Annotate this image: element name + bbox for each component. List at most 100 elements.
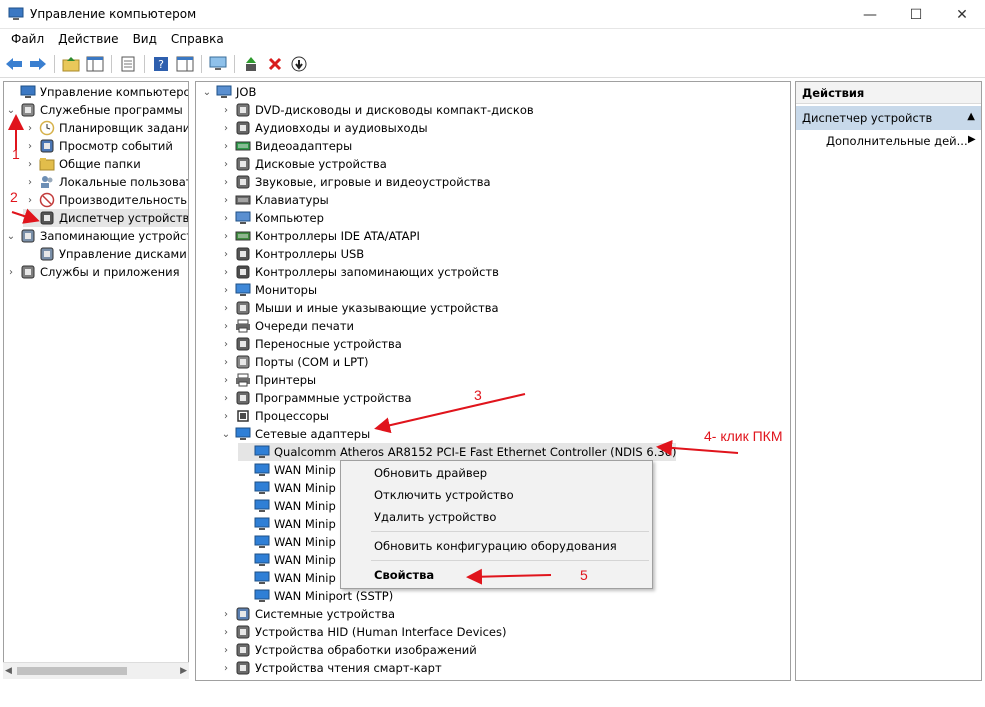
- expand-icon[interactable]: ›: [219, 641, 233, 659]
- device_tree-item[interactable]: › Устройства чтения смарт-карт: [219, 659, 442, 677]
- scroll-right-icon[interactable]: ▶: [180, 666, 187, 676]
- expand-icon[interactable]: ›: [219, 281, 233, 299]
- device_tree-item[interactable]: ⌄ Сетевые адаптеры: [219, 425, 370, 443]
- uninstall-button[interactable]: [264, 53, 286, 75]
- device_tree-item[interactable]: › Контроллеры запоминающих устройств: [219, 263, 499, 281]
- device_tree-item[interactable]: WAN Minip: [238, 533, 336, 551]
- expand-icon[interactable]: ›: [219, 317, 233, 335]
- left_tree-item[interactable]: › Локальные пользовате: [23, 173, 188, 191]
- scroll-thumb[interactable]: [17, 667, 127, 675]
- expand-icon[interactable]: ›: [219, 659, 233, 677]
- device_tree-item[interactable]: › Дисковые устройства: [219, 155, 387, 173]
- minimize-button[interactable]: —: [847, 0, 893, 29]
- collapse-icon[interactable]: ⌄: [200, 83, 214, 101]
- device_tree-item[interactable]: WAN Minip: [238, 497, 336, 515]
- scan-hardware-button[interactable]: [207, 53, 229, 75]
- device_tree-item[interactable]: › Контроллеры USB: [219, 245, 364, 263]
- back-button[interactable]: [3, 53, 25, 75]
- device_tree-item[interactable]: › Процессоры: [219, 407, 329, 425]
- device_tree-item[interactable]: › DVD-дисководы и дисководы компакт-диско…: [219, 101, 534, 119]
- expand-icon[interactable]: ›: [219, 209, 233, 227]
- left_tree-item[interactable]: › Просмотр событий: [23, 137, 173, 155]
- properties-button[interactable]: [117, 53, 139, 75]
- collapse-icon[interactable]: ⌄: [4, 227, 18, 245]
- expand-icon[interactable]: ›: [219, 623, 233, 641]
- device_tree-item[interactable]: › Мыши и иные указывающие устройства: [219, 299, 499, 317]
- left_tree-item[interactable]: Управление дисками: [23, 245, 187, 263]
- device_tree-item[interactable]: WAN Miniport (SSTP): [238, 587, 393, 605]
- expand-icon[interactable]: ›: [23, 173, 37, 191]
- menu-file[interactable]: Файл: [4, 30, 51, 50]
- expand-icon[interactable]: ›: [219, 191, 233, 209]
- expand-icon[interactable]: ›: [219, 119, 233, 137]
- expand-icon[interactable]: ›: [219, 335, 233, 353]
- left_tree-item[interactable]: › Производительность: [23, 191, 187, 209]
- menu-properties[interactable]: Свойства: [374, 568, 434, 582]
- left_tree-item[interactable]: › Общие папки: [23, 155, 141, 173]
- disable-button[interactable]: [288, 53, 310, 75]
- expand-icon[interactable]: ›: [219, 227, 233, 245]
- device_tree-item[interactable]: › Порты (COM и LPT): [219, 353, 369, 371]
- left_tree-item[interactable]: › Планировщик заданий: [23, 119, 188, 137]
- menu-uninstall-device[interactable]: Удалить устройство: [374, 510, 496, 524]
- device_tree-item[interactable]: › Устройства обработки изображений: [219, 641, 477, 659]
- left_tree-item[interactable]: ⌄ Запоминающие устройст: [4, 227, 188, 245]
- menu-disable-device[interactable]: Отключить устройство: [374, 488, 514, 502]
- device_tree-item[interactable]: › Аудиовходы и аудиовыходы: [219, 119, 428, 137]
- device_tree-item[interactable]: › Программные устройства: [219, 389, 412, 407]
- left_tree-item[interactable]: › Службы и приложения: [4, 263, 180, 281]
- device_tree-item[interactable]: Qualcomm Atheros AR8152 PCI-E Fast Ether…: [238, 443, 677, 461]
- submenu-arrow-icon[interactable]: ▶: [968, 134, 976, 145]
- device_tree-item[interactable]: › Звуковые, игровые и видеоустройства: [219, 173, 491, 191]
- expand-icon[interactable]: ›: [219, 155, 233, 173]
- device_tree-item[interactable]: WAN Minip: [238, 515, 336, 533]
- scroll-left-icon[interactable]: ◀: [5, 666, 12, 676]
- expand-icon[interactable]: ›: [219, 173, 233, 191]
- device_tree-item[interactable]: › Переносные устройства: [219, 335, 402, 353]
- expand-icon[interactable]: ›: [4, 263, 18, 281]
- device_tree-item[interactable]: WAN Minip: [238, 461, 336, 479]
- menu-action[interactable]: Действие: [51, 30, 125, 50]
- device_tree-item[interactable]: › Контроллеры IDE ATA/ATAPI: [219, 227, 420, 245]
- expand-icon[interactable]: ›: [219, 353, 233, 371]
- actions-section-device-manager[interactable]: Диспетчер устройств ▲: [796, 106, 981, 130]
- help-button[interactable]: ?: [150, 53, 172, 75]
- maximize-button[interactable]: ☐: [893, 0, 939, 29]
- device_tree-item[interactable]: › Принтеры: [219, 371, 316, 389]
- expand-icon[interactable]: ›: [23, 191, 37, 209]
- device_tree-item[interactable]: › Компьютер: [219, 209, 324, 227]
- menu-help[interactable]: Справка: [164, 30, 231, 50]
- expand-icon[interactable]: ›: [23, 119, 37, 137]
- expand-icon[interactable]: ›: [23, 137, 37, 155]
- horizontal-scrollbar[interactable]: ◀ ▶: [3, 662, 189, 679]
- device_tree-item[interactable]: › Устройства HID (Human Interface Devices…: [219, 623, 506, 641]
- expand-icon[interactable]: ›: [219, 407, 233, 425]
- up-folder-button[interactable]: [60, 53, 82, 75]
- device_tree-item[interactable]: › Мониторы: [219, 281, 317, 299]
- menu-update-driver[interactable]: Обновить драйвер: [374, 466, 487, 480]
- collapse-icon[interactable]: ▲: [967, 111, 975, 122]
- device_tree-item[interactable]: WAN Minip: [238, 569, 336, 587]
- close-button[interactable]: ✕: [939, 0, 985, 29]
- device_tree-item[interactable]: › Видеоадаптеры: [219, 137, 352, 155]
- expand-icon[interactable]: ›: [219, 371, 233, 389]
- device_tree-item[interactable]: WAN Minip: [238, 479, 336, 497]
- expand-icon[interactable]: ›: [219, 245, 233, 263]
- expand-icon[interactable]: ›: [219, 389, 233, 407]
- left_tree-item[interactable]: Диспетчер устройств: [23, 209, 188, 227]
- expand-icon[interactable]: ›: [219, 101, 233, 119]
- expand-icon[interactable]: ›: [219, 605, 233, 623]
- expand-icon[interactable]: ›: [219, 299, 233, 317]
- device_tree-item[interactable]: WAN Minip: [238, 551, 336, 569]
- left_tree-item[interactable]: ⌄ Служебные программы: [4, 101, 183, 119]
- update-driver-button[interactable]: [240, 53, 262, 75]
- expand-icon[interactable]: ›: [219, 263, 233, 281]
- device_tree-item[interactable]: › Системные устройства: [219, 605, 395, 623]
- show-tree-button[interactable]: [84, 53, 106, 75]
- device_tree-item[interactable]: › Клавиатуры: [219, 191, 329, 209]
- device_tree-item[interactable]: › Очереди печати: [219, 317, 354, 335]
- menu-view[interactable]: Вид: [126, 30, 164, 50]
- menu-scan-hardware[interactable]: Обновить конфигурацию оборудования: [374, 539, 617, 553]
- forward-button[interactable]: [27, 53, 49, 75]
- view-button[interactable]: [174, 53, 196, 75]
